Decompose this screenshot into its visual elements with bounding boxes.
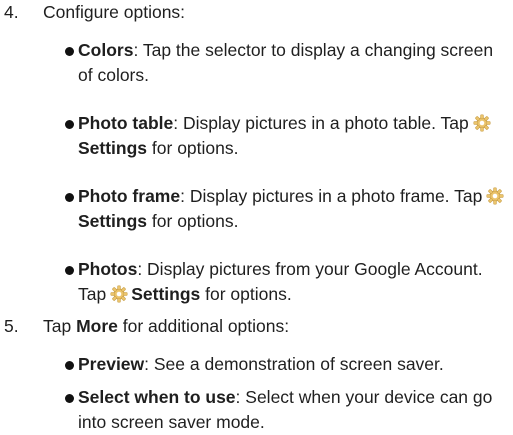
bullet-photos: Photos: Display pictures from your Googl… [65,257,508,307]
gear-icon [110,285,128,303]
bullet-photo-table: Photo table: Display pictures in a photo… [65,111,508,161]
bullet-select-when-to-use: Select when to use: Select when your dev… [65,385,508,435]
bullet-term: Colors [78,40,134,60]
gear-icon [486,187,505,205]
gear-icon [473,114,491,132]
bullet-text: : See a demonstration of screen saver. [144,354,444,374]
bullet-text-post: for options. [200,284,292,304]
bullet-dot [65,193,74,202]
bullet-dot [65,47,74,56]
bullet-term: Photos [78,259,138,279]
bullet-text: : Display pictures in a photo table. Tap [173,113,469,133]
bullet-photo-frame: Photo frame: Display pictures in a photo… [65,184,508,234]
step-text: Tap [43,316,77,336]
bullet-term: Preview [78,354,145,374]
bullet-term: Select when to use [78,387,236,407]
bullet-text-post: for options. [147,211,239,231]
settings-link: Settings [131,284,201,304]
bullet-dot [65,266,74,275]
bullet-text: : Tap the selector to display a changing… [78,40,494,85]
bullet-text: : Display pictures in a photo frame. Tap [180,186,483,206]
step-text-post: for additional options: [117,316,290,336]
bullet-text-post: for options. [147,138,239,158]
step-number: 4. [4,2,19,22]
settings-link: Settings [78,138,148,158]
step-number: 5. [4,316,19,336]
bullet-term: Photo table [78,113,174,133]
bullet-term: Photo frame [78,186,181,206]
bullet-colors: Colors: Tap the selector to display a ch… [65,38,508,88]
more-link: More [76,316,118,336]
bullet-preview: Preview: See a demonstration of screen s… [65,352,508,377]
bullet-dot [65,120,74,129]
settings-link: Settings [78,211,148,231]
bullet-dot [65,361,74,370]
step-4: 4. Configure options: [0,0,185,25]
step-5: 5. Tap More for additional options: [0,314,289,339]
step-text: Configure options: [43,2,186,22]
bullet-dot [65,394,74,403]
